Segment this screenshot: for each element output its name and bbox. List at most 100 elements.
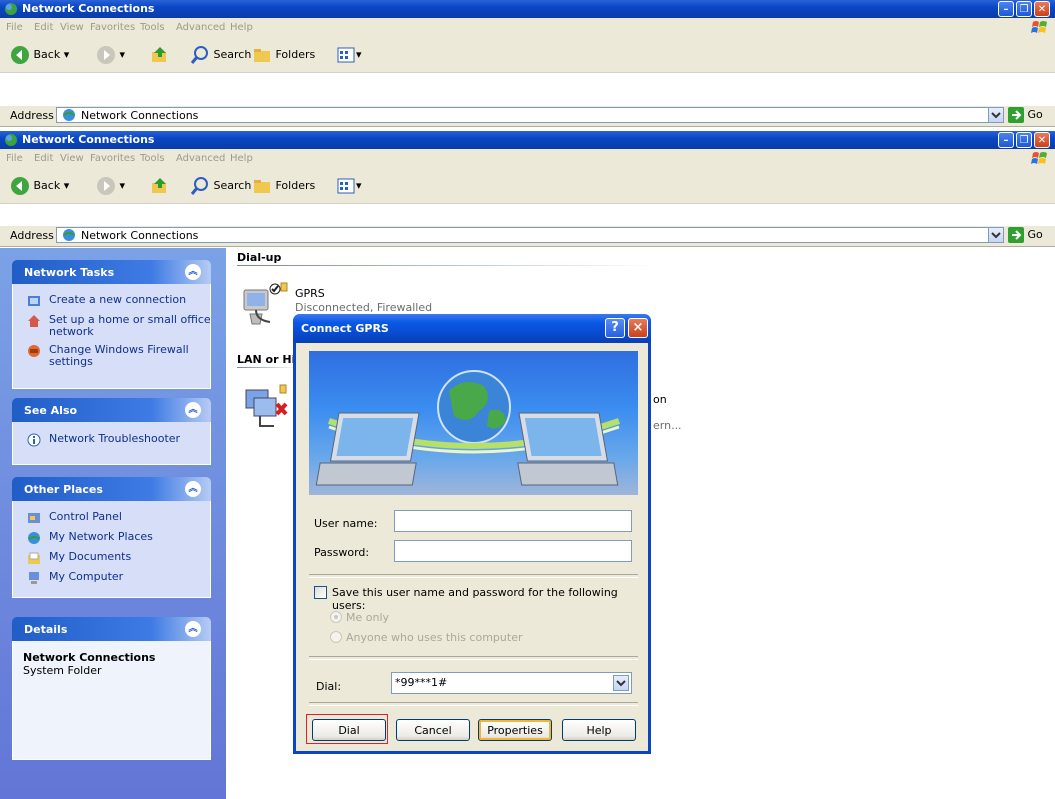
folders-icon: [254, 49, 270, 62]
save-credentials-label[interactable]: Save this user name and password for the…: [332, 586, 648, 612]
lan-name-fragment: on: [653, 393, 667, 406]
address-dropdown-button[interactable]: [988, 227, 1004, 243]
info-icon: [27, 433, 41, 447]
dial-button[interactable]: Dial: [312, 719, 386, 741]
other-places-body: Control Panel My Network Places My Docum…: [12, 501, 211, 598]
anyone-label: Anyone who uses this computer: [346, 631, 523, 644]
minimize-button[interactable]: –: [998, 132, 1014, 148]
forward-button[interactable]: ▾: [96, 45, 125, 65]
collapse-chevron-icon[interactable]: ︽: [185, 621, 201, 637]
search-button[interactable]: Search: [190, 176, 251, 196]
menu-help[interactable]: Help: [230, 153, 253, 164]
back-button[interactable]: Back ▾: [10, 45, 69, 65]
back-button-label: Back: [33, 179, 61, 192]
dial-label: Dial:: [316, 680, 342, 693]
collapse-chevron-icon[interactable]: ︽: [185, 264, 201, 280]
cancel-button[interactable]: Cancel: [396, 719, 470, 741]
address-field[interactable]: Network Connections: [56, 107, 990, 123]
back-window-addressbar: Address Network Connections Go: [0, 106, 1055, 127]
menu-edit[interactable]: Edit: [34, 22, 53, 33]
network-globe-icon: [63, 109, 75, 121]
address-dropdown-button[interactable]: [988, 107, 1004, 123]
restore-button[interactable]: ❐: [1016, 1, 1032, 17]
close-button[interactable]: ✕: [1034, 132, 1050, 148]
save-credentials-checkbox[interactable]: [314, 586, 327, 599]
menu-tools[interactable]: Tools: [140, 22, 165, 33]
views-button[interactable]: ▾: [336, 45, 362, 65]
dial-dropdown-button[interactable]: [613, 675, 629, 691]
folders-icon: [254, 180, 270, 193]
menu-tools[interactable]: Tools: [140, 153, 165, 164]
menu-view[interactable]: View: [60, 153, 84, 164]
menu-help[interactable]: Help: [230, 22, 253, 33]
folders-button[interactable]: Folders: [252, 45, 315, 65]
windows-logo-icon: [1031, 152, 1047, 164]
search-button[interactable]: Search: [190, 45, 251, 65]
menu-favorites[interactable]: Favorites: [90, 22, 135, 33]
menu-file[interactable]: File: [6, 22, 23, 33]
minimize-button[interactable]: –: [998, 1, 1014, 17]
forward-arrow-icon: [97, 46, 115, 64]
place-label: My Network Places: [49, 530, 153, 543]
dial-number-combobox[interactable]: *99***1#: [391, 672, 632, 694]
menu-advanced[interactable]: Advanced: [176, 153, 225, 164]
chevron-down-icon: [991, 232, 1001, 239]
close-button[interactable]: ✕: [1034, 1, 1050, 17]
dialog-help-button[interactable]: ?: [605, 318, 625, 338]
address-field[interactable]: Network Connections: [56, 227, 990, 243]
me-only-radio[interactable]: [330, 611, 342, 623]
window-menubar: File Edit View Favorites Tools Advanced …: [0, 149, 1055, 170]
gprs-name: GPRS: [295, 287, 325, 300]
menu-advanced[interactable]: Advanced: [176, 22, 225, 33]
windows-logo-icon: [1031, 21, 1047, 33]
dialog-close-button[interactable]: ×: [628, 318, 648, 338]
menu-file[interactable]: File: [6, 153, 23, 164]
back-button[interactable]: Back ▾: [10, 176, 69, 196]
collapse-chevron-icon[interactable]: ︽: [185, 402, 201, 418]
other-places-header[interactable]: Other Places ︽: [12, 477, 211, 501]
details-title: Details: [24, 623, 68, 636]
go-button[interactable]: Go: [1008, 107, 1043, 125]
menu-view[interactable]: View: [60, 22, 84, 33]
username-field[interactable]: [394, 510, 632, 532]
address-label: Address: [10, 229, 54, 242]
see-also-header[interactable]: See Also ︽: [12, 398, 211, 422]
dialog-titlebar[interactable]: Connect GPRS ? ×: [293, 314, 651, 343]
details-header[interactable]: Details ︽: [12, 617, 211, 641]
password-field[interactable]: [394, 540, 632, 562]
window-titlebar[interactable]: Network Connections – ❐ ✕: [0, 131, 1055, 149]
go-button[interactable]: Go: [1008, 227, 1043, 245]
chevron-down-icon: [991, 112, 1001, 119]
up-folder-button[interactable]: [150, 45, 170, 65]
restore-button[interactable]: ❐: [1016, 132, 1032, 148]
go-arrow-icon: [1008, 227, 1024, 243]
properties-button[interactable]: Properties: [478, 719, 552, 741]
folders-button[interactable]: Folders: [252, 176, 315, 196]
dialog-separator: [309, 656, 638, 660]
up-folder-icon: [152, 178, 166, 193]
control-panel-icon: [28, 513, 40, 523]
lan-connection-icon[interactable]: [240, 384, 288, 432]
forward-button[interactable]: ▾: [96, 176, 125, 196]
see-also-body: Network Troubleshooter: [12, 422, 211, 465]
up-folder-button[interactable]: [150, 176, 170, 196]
menu-favorites[interactable]: Favorites: [90, 153, 135, 164]
views-button[interactable]: ▾: [336, 176, 362, 196]
dialup-section-divider: [237, 265, 657, 266]
details-name: Network Connections: [23, 651, 156, 664]
help-button[interactable]: Help: [562, 719, 636, 741]
back-window-titlebar[interactable]: Network Connections – ❐ ✕: [0, 0, 1055, 18]
collapse-chevron-icon[interactable]: ︽: [185, 481, 201, 497]
menu-edit[interactable]: Edit: [34, 153, 53, 164]
anyone-radio[interactable]: [330, 631, 342, 643]
address-label: Address: [10, 109, 54, 122]
gprs-connection-icon[interactable]: [240, 280, 288, 328]
search-icon: [190, 177, 208, 195]
connection-banner-image: [309, 351, 638, 495]
back-window-menubar: File Edit View Favorites Tools Advanced …: [0, 18, 1055, 39]
dialog-title: Connect GPRS: [301, 322, 389, 335]
network-tasks-header[interactable]: Network Tasks ︽: [12, 260, 211, 284]
me-only-label: Me only: [346, 611, 390, 624]
task-label: Create a new connection: [49, 293, 187, 306]
address-value: Network Connections: [81, 109, 199, 122]
